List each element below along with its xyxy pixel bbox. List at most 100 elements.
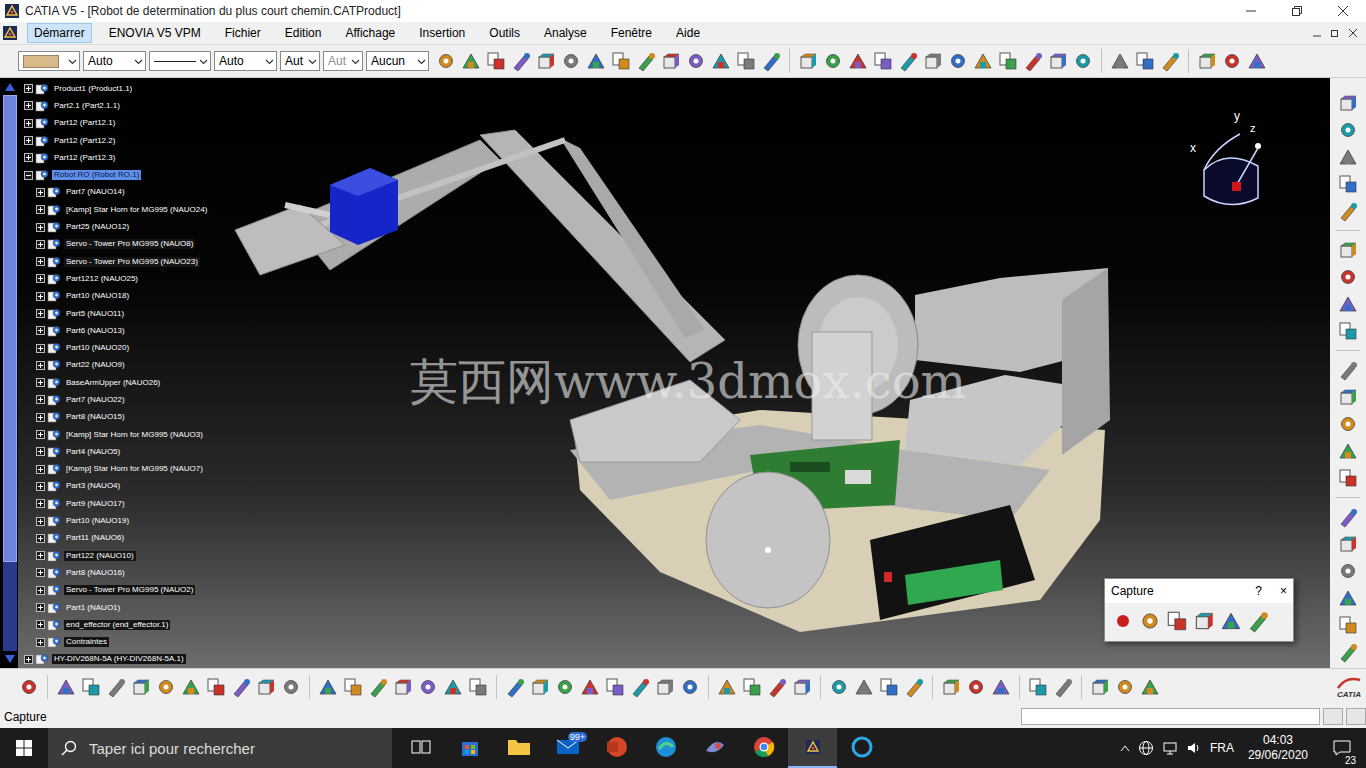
close-button[interactable] (1320, 0, 1366, 22)
tool-icon[interactable] (716, 676, 738, 698)
menu-item[interactable]: Aide (669, 23, 707, 43)
expand-icon[interactable] (24, 101, 33, 110)
tool-icon[interactable] (1089, 676, 1111, 698)
tool-icon[interactable] (342, 676, 364, 698)
language-indicator[interactable]: FRA (1210, 741, 1234, 755)
tool-icon[interactable] (1337, 440, 1359, 462)
chevron-up-icon[interactable] (1120, 744, 1130, 752)
expand-icon[interactable] (36, 205, 45, 214)
tool-icon[interactable] (485, 50, 507, 72)
store-button[interactable] (445, 728, 494, 768)
expand-icon[interactable] (36, 413, 45, 422)
tool-icon[interactable] (847, 50, 869, 72)
tree-item[interactable]: Contraintes (18, 634, 209, 651)
tool-icon[interactable] (1337, 92, 1359, 114)
tree-item[interactable]: Part12 (Part12.3) (18, 149, 209, 166)
tree-item[interactable]: Part8 (NAUO15) (18, 409, 209, 426)
tool-icon[interactable] (1196, 50, 1218, 72)
app-button[interactable] (837, 728, 886, 768)
tree-item[interactable]: Part25 (NAUO12) (18, 218, 209, 235)
mail-button[interactable]: 99+ (543, 728, 592, 768)
tool-icon[interactable] (1337, 119, 1359, 141)
tool-icon[interactable] (105, 676, 127, 698)
tool-icon[interactable] (205, 676, 227, 698)
tool-icon[interactable] (1027, 676, 1049, 698)
chrome-button[interactable] (739, 728, 788, 768)
network-icon[interactable] (1162, 740, 1178, 756)
line-field[interactable] (149, 51, 211, 71)
doc-close-button[interactable] (1346, 26, 1360, 40)
tree-scrollbar[interactable] (0, 78, 18, 668)
tree-item[interactable]: Part8 (NAUO16) (18, 564, 209, 581)
tree-item[interactable]: Part9 (NAUO17) (18, 495, 209, 512)
tool-icon[interactable] (585, 50, 607, 72)
tool-icon[interactable] (654, 676, 676, 698)
tool-icon[interactable] (18, 676, 40, 698)
tool-icon[interactable] (1337, 293, 1359, 315)
tool-icon[interactable] (435, 50, 457, 72)
app-button[interactable] (690, 728, 739, 768)
expand-icon[interactable] (36, 430, 45, 439)
expand-icon[interactable] (36, 223, 45, 232)
text-field[interactable]: Auto (83, 51, 146, 71)
globe-icon[interactable] (1138, 740, 1154, 756)
text-field[interactable]: Aut (280, 51, 320, 71)
expand-icon[interactable] (36, 292, 45, 301)
tool-icon[interactable] (760, 50, 782, 72)
tool-icon[interactable] (1337, 239, 1359, 261)
tool-icon[interactable] (1337, 386, 1359, 408)
edge-button[interactable] (641, 728, 690, 768)
tree-item[interactable]: BaseArmUpper (NAUO26) (18, 374, 209, 391)
tree-item[interactable]: end_effector (end_effector.1) (18, 616, 209, 633)
tool-icon[interactable] (1337, 614, 1359, 636)
powerpoint-button[interactable] (592, 728, 641, 768)
expand-icon[interactable] (36, 447, 45, 456)
expand-icon[interactable] (36, 188, 45, 197)
tool-icon[interactable] (529, 676, 551, 698)
expand-icon[interactable] (24, 655, 33, 664)
scroll-down-button[interactable] (3, 653, 17, 665)
expand-icon[interactable] (36, 499, 45, 508)
search-box[interactable]: Taper ici pour rechercher (48, 728, 392, 768)
tool-icon[interactable] (554, 676, 576, 698)
expand-icon[interactable] (36, 517, 45, 526)
tree-item[interactable]: Servo - Tower Pro MG995 (NAUO8) (18, 236, 209, 253)
expand-icon[interactable] (36, 274, 45, 283)
menu-item[interactable]: ENOVIA V5 VPM (102, 23, 208, 43)
tool-icon[interactable] (1337, 533, 1359, 555)
tool-icon[interactable] (872, 50, 894, 72)
tool-icon[interactable] (504, 676, 526, 698)
expand-icon[interactable] (36, 534, 45, 543)
tool-icon[interactable] (828, 676, 850, 698)
tree-item[interactable]: Part4 (NAUO5) (18, 443, 209, 460)
expand-icon[interactable] (24, 119, 33, 128)
expand-icon[interactable] (36, 568, 45, 577)
tool-icon[interactable] (1192, 609, 1216, 633)
tool-icon[interactable] (1246, 609, 1270, 633)
tool-icon[interactable] (1022, 50, 1044, 72)
doc-minimize-button[interactable] (1310, 26, 1324, 40)
tool-icon[interactable] (535, 50, 557, 72)
tool-icon[interactable] (1337, 641, 1359, 663)
tree-item[interactable]: Part3 (NAUO4) (18, 478, 209, 495)
tree-item[interactable]: Servo - Tower Pro MG995 (NAUO2) (18, 582, 209, 599)
menu-item[interactable]: Edition (278, 23, 329, 43)
tool-icon[interactable] (878, 676, 900, 698)
tree-item[interactable]: Part5 (NAUO11) (18, 305, 209, 322)
tool-icon[interactable] (230, 676, 252, 698)
tool-icon[interactable] (685, 50, 707, 72)
tool-icon[interactable] (280, 676, 302, 698)
tree-item[interactable]: [Kamp] Star Horn for MG995 (NAUO7) (18, 461, 209, 478)
tool-icon[interactable] (947, 50, 969, 72)
tool-icon[interactable] (1159, 50, 1181, 72)
volume-icon[interactable] (1186, 740, 1202, 756)
tool-icon[interactable] (797, 50, 819, 72)
tree-item[interactable]: Servo - Tower Pro MG995 (NAUO23) (18, 253, 209, 270)
tool-icon[interactable] (741, 676, 763, 698)
expand-icon[interactable] (36, 551, 45, 560)
tool-icon[interactable] (1337, 467, 1359, 489)
expand-icon[interactable] (24, 84, 33, 93)
tool-icon[interactable] (972, 50, 994, 72)
menu-item[interactable]: Fichier (218, 23, 268, 43)
tool-icon[interactable] (417, 676, 439, 698)
